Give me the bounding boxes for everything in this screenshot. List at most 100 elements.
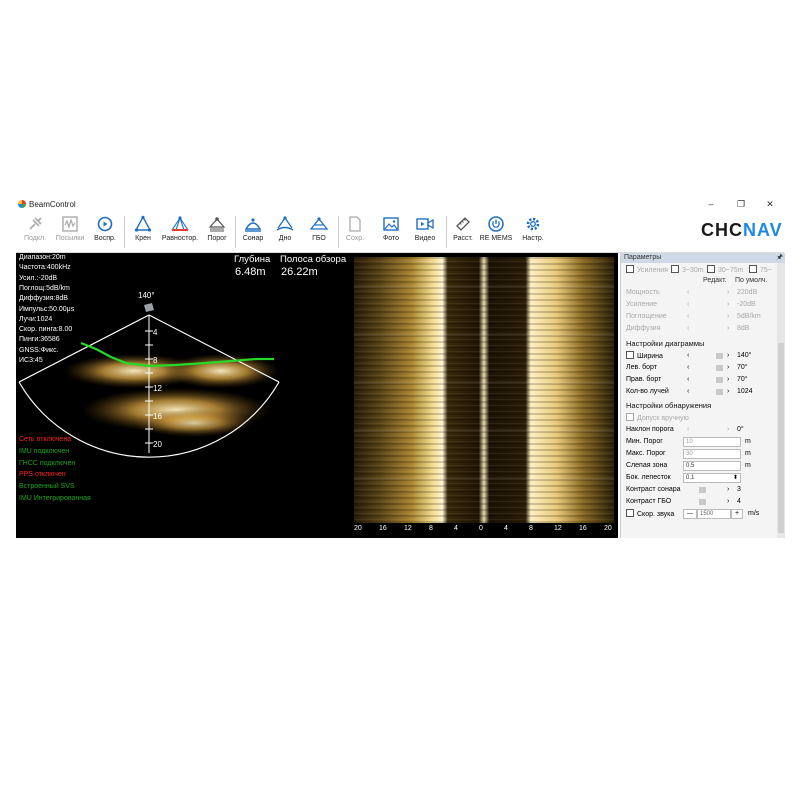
toolbar-separator [446,216,447,248]
beam-fan-red-icon [171,216,189,231]
gain-range-row: Усиления 3~30m 30~75m 75~ [621,265,773,275]
sidescan-waterfall-view[interactable]: 20 16 12 8 4 0 4 8 12 16 20 [350,253,618,538]
toolbar: Подкл. Посылки Воспр. Крен Равностор. По… [16,212,784,253]
save-button[interactable]: Сохр. [342,214,368,250]
param-row: Поглощение ‹ › 5dB/km [626,312,761,322]
balance-button[interactable]: Равностор. [160,214,200,250]
param-slider[interactable] [716,389,723,395]
params-scrollbar[interactable] [777,263,785,538]
bottom-button[interactable]: Дно [272,214,298,250]
diagram-param-row: Кол-во лучей ‹ › 1024 [626,387,753,397]
plug-icon [29,217,42,230]
decrease-arrow[interactable]: ‹ [687,288,689,298]
distance-button[interactable]: Расст. [450,214,476,250]
range-3-30-checkbox[interactable] [671,265,679,273]
roll-button[interactable]: Крен [128,214,158,250]
increase-arrow[interactable]: › [727,485,729,495]
replay-icon [97,216,113,232]
transducer-icon [144,303,154,312]
waterfall-range-tick: 8 [529,525,533,532]
manual-tolerance-row[interactable]: Допуск вручную [621,413,773,423]
video-camera-icon [416,218,434,230]
photo-button[interactable]: Фото [378,214,404,250]
increase-arrow[interactable]: › [727,312,729,322]
decrease-arrow[interactable]: ‹ [687,312,689,322]
param-row: Диффузия ‹ › 8dB [626,324,750,334]
sonar-fan-view[interactable]: Диапазон:20m Частота:400kHz Усил.:-20dB Пог… [16,253,350,538]
gain-checkbox[interactable] [626,265,634,273]
increase-arrow[interactable]: › [727,497,729,507]
window-title: BeamControl [29,200,76,209]
chcnav-logo: CHCNAV [701,220,783,240]
sound-speed-input[interactable]: 1500 [697,509,731,519]
waterfall-range-tick: 16 [579,525,587,532]
param-slider[interactable] [716,353,723,359]
blind-zone-row: Слепая зона 0.5 m [626,461,751,471]
increase-arrow[interactable]: › [727,300,729,310]
sound-speed-plus-button[interactable]: + [731,509,743,519]
waveform-icon [62,216,78,232]
decrease-arrow[interactable]: ‹ [687,387,689,397]
increase-arrow[interactable]: › [727,425,729,435]
manual-tolerance-checkbox[interactable] [626,413,634,421]
increase-arrow[interactable]: › [727,288,729,298]
decrease-arrow[interactable]: ‹ [687,425,689,435]
waterfall-range-tick: 12 [404,525,412,532]
playback-button[interactable]: Воспр. [90,214,120,250]
document-icon [349,216,361,232]
sonar-fan-graphic [18,303,280,458]
video-button[interactable]: Видео [412,214,438,250]
param-slider[interactable] [716,377,723,383]
params-scrollbar-thumb[interactable] [778,343,784,533]
close-button[interactable]: ✕ [761,198,779,210]
decrease-arrow[interactable]: ‹ [687,363,689,373]
threshold-icon [208,217,226,232]
pin-icon[interactable]: 🖈 [777,253,783,263]
sound-speed-minus-button[interactable]: — [683,509,697,519]
decrease-arrow[interactable]: ‹ [687,375,689,385]
increase-arrow[interactable]: › [727,375,729,385]
waterfall-range-tick: 20 [354,525,362,532]
gbo-contrast-slider[interactable] [699,499,706,505]
threshold-button[interactable]: Порог [202,214,232,250]
gbo-button[interactable]: ГБО [304,214,334,250]
side-lobe-row: Бок. лепесток 0.1 ⬍ [621,473,773,483]
param-row: Усиление ‹ › -20dB [626,300,756,310]
waterfall-range-tick: 16 [379,525,387,532]
increase-arrow[interactable]: › [727,387,729,397]
range-75-checkbox[interactable] [749,265,757,273]
depth-scale-label: 4 [153,328,158,337]
gbo-contrast-row: Контраст ГБО › 4 [626,497,741,507]
range-30-75-checkbox[interactable] [707,265,715,273]
sonar-button[interactable]: Сонар [238,214,268,250]
decrease-arrow[interactable]: ‹ [687,300,689,310]
maximize-button[interactable]: ❐ [732,198,750,210]
max-threshold-row: Макс. Порог 30 m [626,449,751,459]
spinner-icon[interactable]: ⬍ [733,473,738,483]
settings-button[interactable]: Настр. [518,214,548,250]
decrease-arrow[interactable]: ‹ [687,351,689,361]
max-threshold-input[interactable]: 30 [683,449,741,459]
increase-arrow[interactable]: › [727,324,729,334]
increase-arrow[interactable]: › [727,351,729,361]
increase-arrow[interactable]: › [727,363,729,373]
re-mems-button[interactable]: RE MEMS [478,214,514,250]
min-threshold-input[interactable]: 10 [683,437,741,447]
param-slider[interactable] [716,365,723,371]
tilt-threshold-row: Наклон порога ‹ › 0° [626,425,744,435]
depth-scale-label: 16 [153,412,162,421]
seabed-echo [134,409,254,437]
waterfall-range-tick: 4 [504,525,508,532]
decrease-arrow[interactable]: ‹ [687,324,689,334]
sound-speed-checkbox[interactable] [626,509,634,517]
waterfall-range-tick: 0 [479,525,483,532]
sonar-contrast-slider[interactable] [699,487,706,493]
send-button[interactable]: Посылки [52,214,88,250]
connect-button[interactable]: Подкл. [20,214,50,250]
minimize-button[interactable]: – [702,198,720,210]
width-checkbox[interactable] [626,351,634,359]
diagram-param-row: Прав. борт ‹ › 70° [626,375,748,385]
blind-zone-input[interactable]: 0.5 [683,461,741,471]
waterfall-range-tick: 8 [429,525,433,532]
diagram-param-row: Ширина ‹ › 140° [621,351,773,361]
